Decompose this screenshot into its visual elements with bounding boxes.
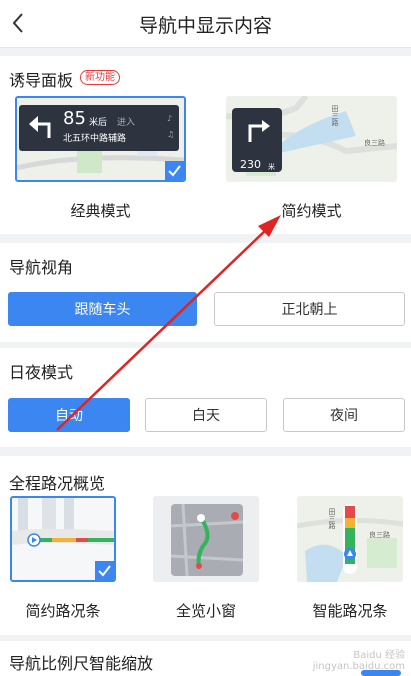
watermark: Baidu 经验 jingyan.baidu.com [313,646,405,672]
watermark-line: jingyan.baidu.com [312,661,405,672]
annotation-arrow [56,215,281,431]
watermark-line: Baidu 经验 [353,650,405,661]
